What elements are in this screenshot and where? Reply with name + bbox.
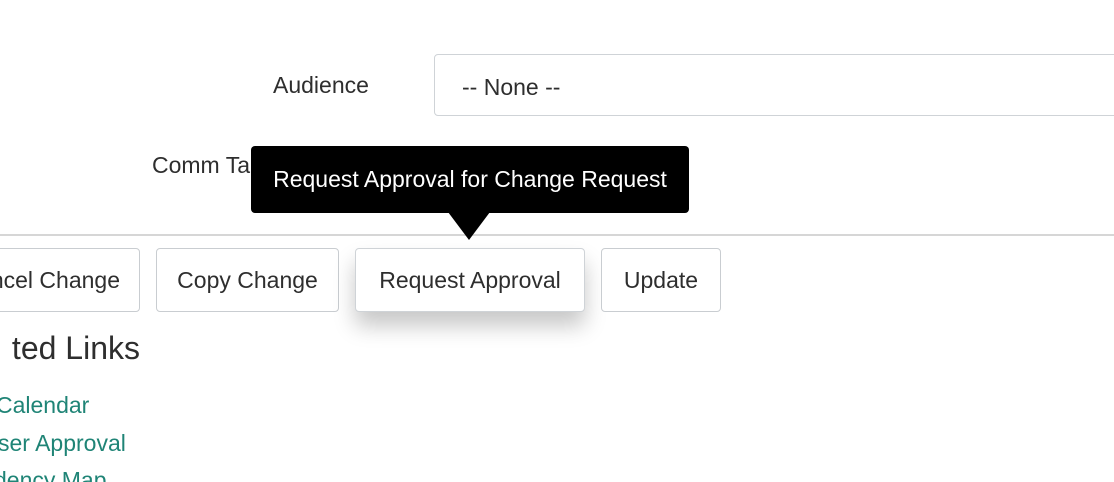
audience-label: Audience (273, 72, 369, 98)
comm-template-label: Comm Ta (152, 152, 250, 178)
audience-select-value: -- None -- (462, 74, 561, 100)
request-approval-button[interactable]: Request Approval (355, 248, 585, 312)
tooltip-arrow (448, 212, 490, 240)
related-link-dependency-map[interactable]: dency Map (0, 467, 107, 482)
update-button[interactable]: Update (601, 248, 721, 312)
cancel-change-button[interactable]: ncel Change (0, 248, 140, 312)
related-link-user-approval[interactable]: ser Approval (0, 430, 126, 457)
copy-change-button[interactable]: Copy Change (156, 248, 339, 312)
audience-select[interactable]: -- None -- (434, 54, 1114, 116)
related-links-heading: ted Links (11, 330, 140, 366)
request-approval-tooltip: Request Approval for Change Request (251, 146, 689, 213)
form-divider (0, 234, 1114, 236)
related-link-calendar[interactable]: Calendar (0, 392, 89, 419)
